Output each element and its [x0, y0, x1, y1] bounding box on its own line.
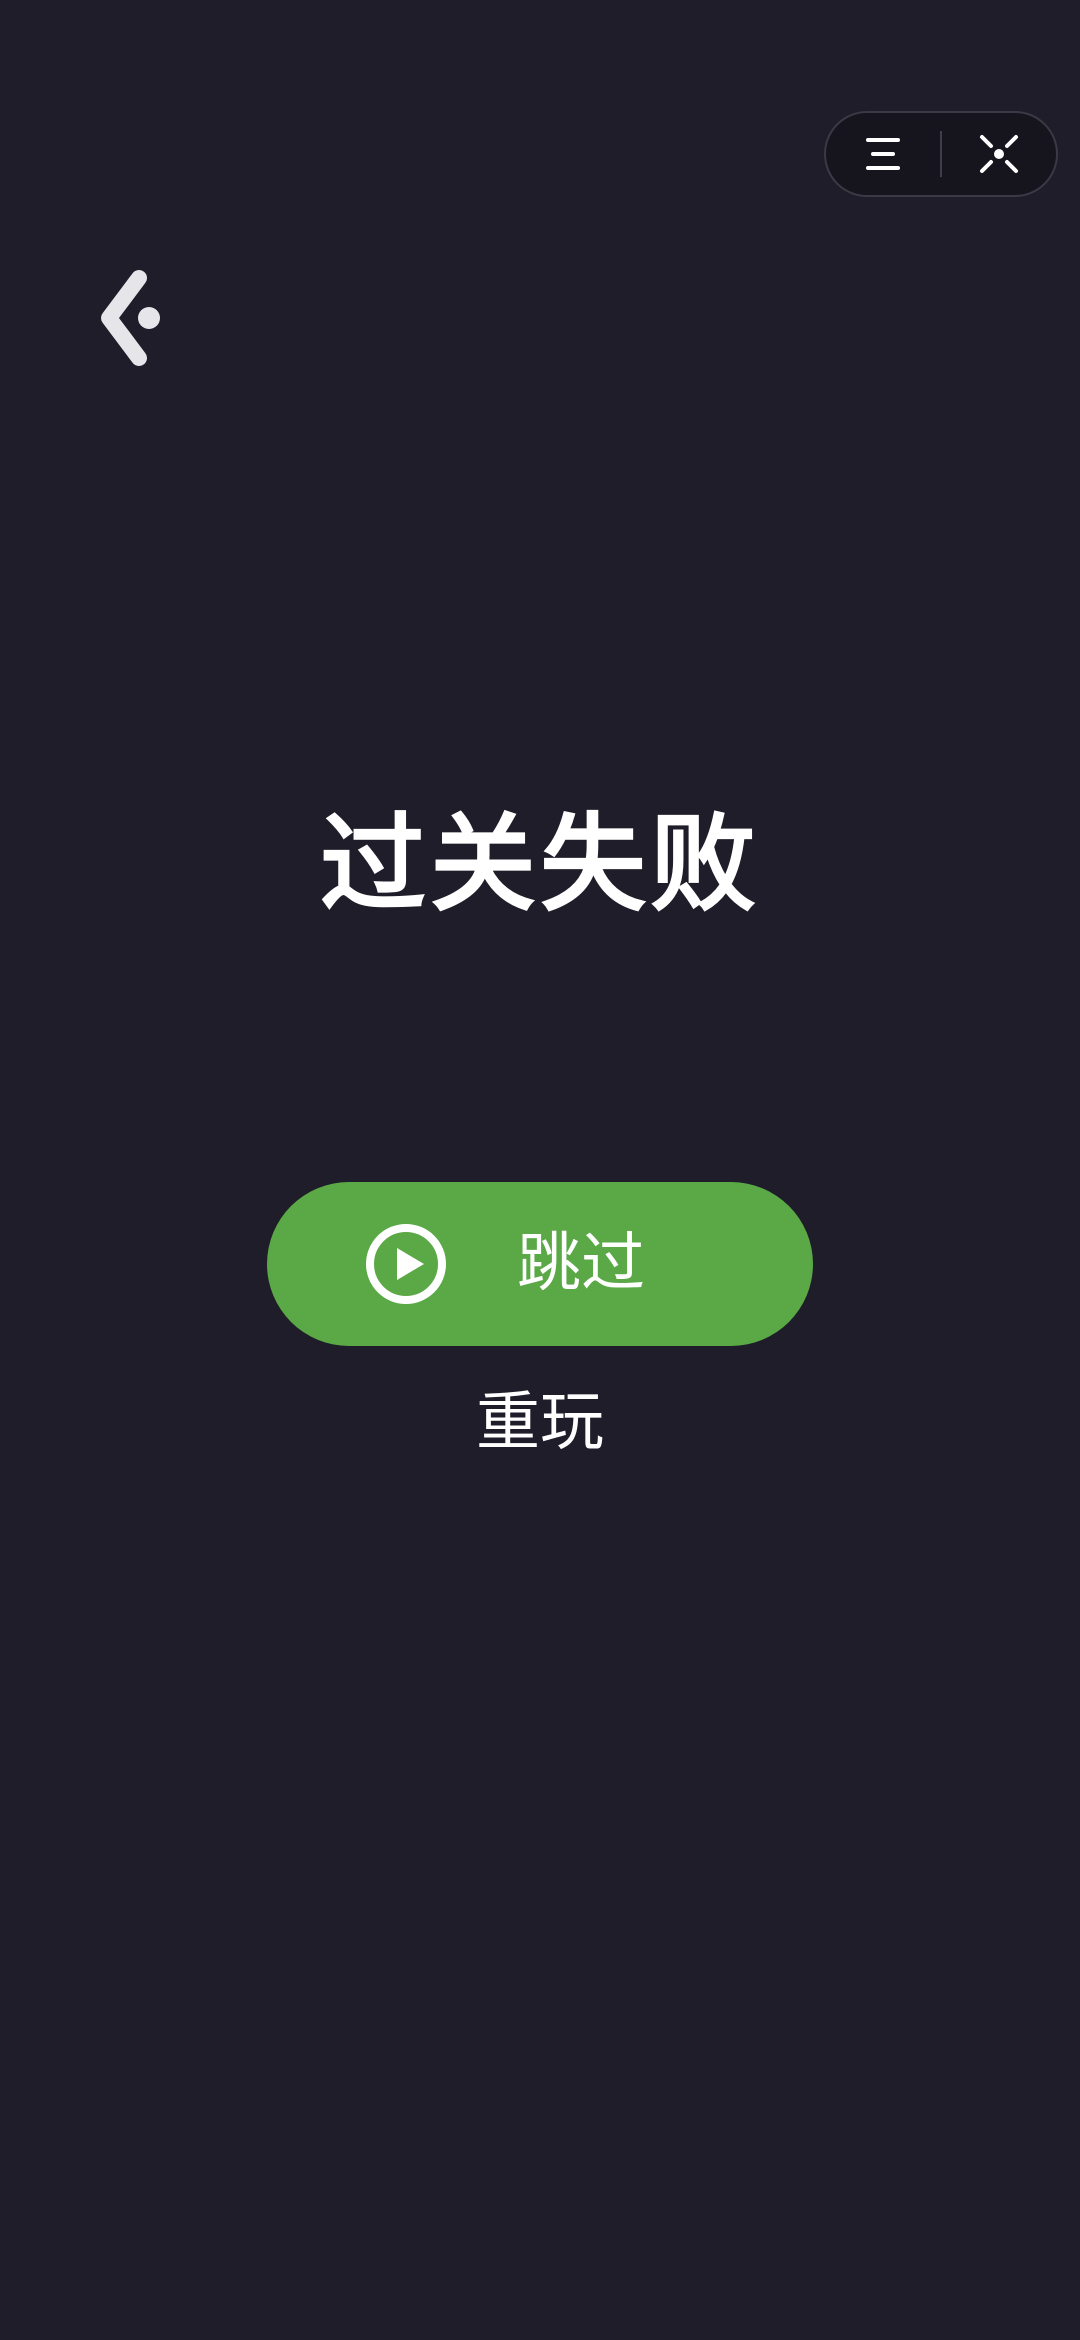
menu-button[interactable]	[826, 113, 940, 195]
menu-icon	[866, 138, 900, 170]
replay-button[interactable]: 重玩	[0, 1378, 1080, 1468]
result-title: 过关失败	[320, 803, 760, 926]
mini-program-capsule	[824, 111, 1058, 197]
close-button[interactable]	[942, 113, 1056, 195]
skip-label: 跳过	[517, 1227, 645, 1301]
chevron-left-dot-icon	[101, 270, 160, 366]
back-button[interactable]	[88, 268, 168, 368]
play-circle-icon	[366, 1224, 446, 1304]
skip-button[interactable]: 跳过	[267, 1182, 813, 1346]
close-target-icon	[979, 135, 1018, 173]
